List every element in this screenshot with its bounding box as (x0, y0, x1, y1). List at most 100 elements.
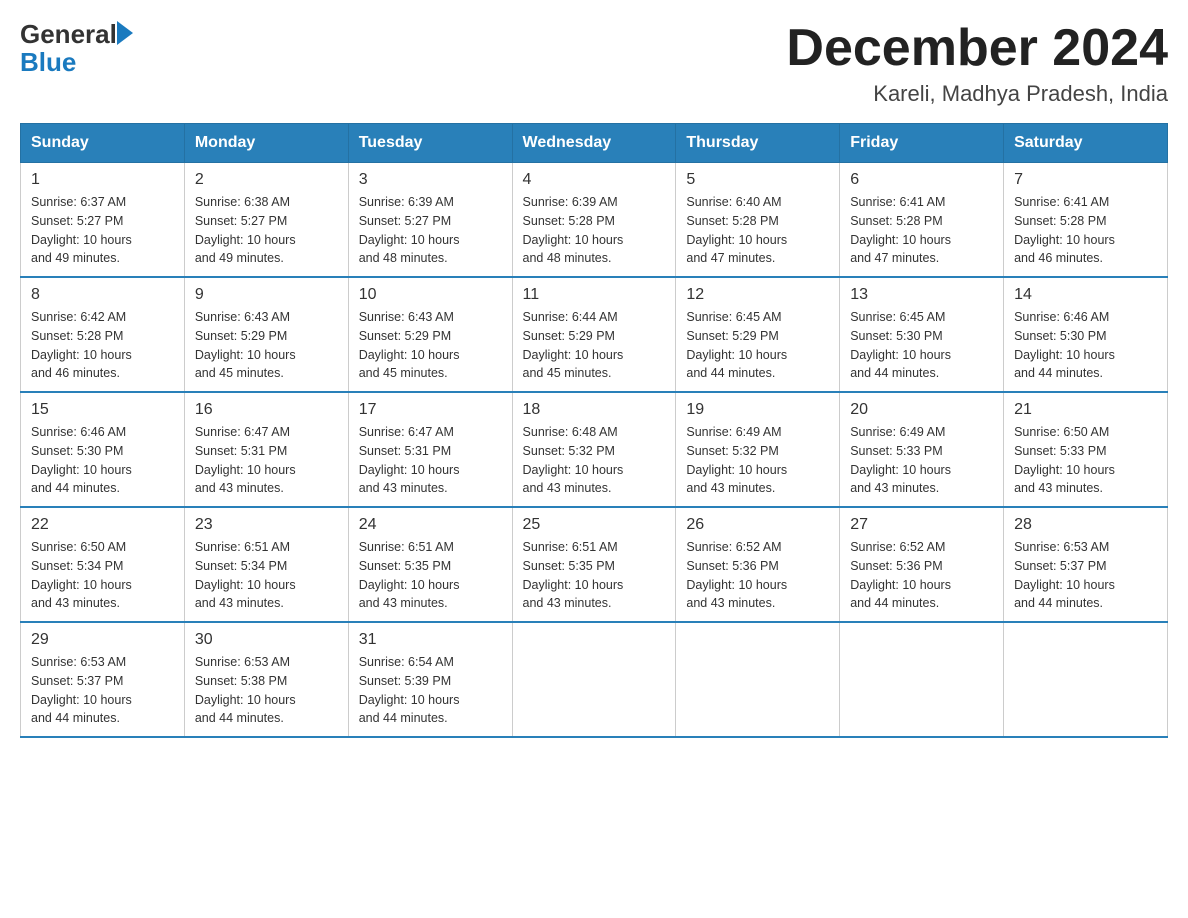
day-number: 26 (686, 516, 829, 534)
day-info: Sunrise: 6:53 AM Sunset: 5:37 PM Dayligh… (1014, 538, 1157, 613)
day-number: 10 (359, 286, 502, 304)
calendar-cell: 1 Sunrise: 6:37 AM Sunset: 5:27 PM Dayli… (21, 163, 185, 278)
day-info: Sunrise: 6:43 AM Sunset: 5:29 PM Dayligh… (195, 308, 338, 383)
day-info: Sunrise: 6:48 AM Sunset: 5:32 PM Dayligh… (523, 423, 666, 498)
day-info: Sunrise: 6:53 AM Sunset: 5:38 PM Dayligh… (195, 653, 338, 728)
calendar-cell: 23 Sunrise: 6:51 AM Sunset: 5:34 PM Dayl… (184, 507, 348, 622)
calendar-cell: 25 Sunrise: 6:51 AM Sunset: 5:35 PM Dayl… (512, 507, 676, 622)
day-number: 9 (195, 286, 338, 304)
day-info: Sunrise: 6:39 AM Sunset: 5:28 PM Dayligh… (523, 193, 666, 268)
calendar-cell: 11 Sunrise: 6:44 AM Sunset: 5:29 PM Dayl… (512, 277, 676, 392)
day-number: 15 (31, 401, 174, 419)
day-number: 3 (359, 171, 502, 189)
calendar-cell: 6 Sunrise: 6:41 AM Sunset: 5:28 PM Dayli… (840, 163, 1004, 278)
day-number: 13 (850, 286, 993, 304)
day-info: Sunrise: 6:51 AM Sunset: 5:35 PM Dayligh… (359, 538, 502, 613)
header-monday: Monday (184, 124, 348, 163)
day-number: 21 (1014, 401, 1157, 419)
calendar-cell (512, 622, 676, 737)
logo-words: General Blue (20, 20, 133, 75)
day-info: Sunrise: 6:45 AM Sunset: 5:30 PM Dayligh… (850, 308, 993, 383)
calendar-cell: 15 Sunrise: 6:46 AM Sunset: 5:30 PM Dayl… (21, 392, 185, 507)
day-number: 27 (850, 516, 993, 534)
day-info: Sunrise: 6:46 AM Sunset: 5:30 PM Dayligh… (31, 423, 174, 498)
day-info: Sunrise: 6:41 AM Sunset: 5:28 PM Dayligh… (850, 193, 993, 268)
calendar-cell: 22 Sunrise: 6:50 AM Sunset: 5:34 PM Dayl… (21, 507, 185, 622)
day-number: 22 (31, 516, 174, 534)
calendar-cell: 14 Sunrise: 6:46 AM Sunset: 5:30 PM Dayl… (1004, 277, 1168, 392)
day-info: Sunrise: 6:50 AM Sunset: 5:33 PM Dayligh… (1014, 423, 1157, 498)
day-info: Sunrise: 6:41 AM Sunset: 5:28 PM Dayligh… (1014, 193, 1157, 268)
day-number: 8 (31, 286, 174, 304)
calendar-cell (676, 622, 840, 737)
header-friday: Friday (840, 124, 1004, 163)
calendar-cell: 7 Sunrise: 6:41 AM Sunset: 5:28 PM Dayli… (1004, 163, 1168, 278)
calendar-week-row: 29 Sunrise: 6:53 AM Sunset: 5:37 PM Dayl… (21, 622, 1168, 737)
day-info: Sunrise: 6:52 AM Sunset: 5:36 PM Dayligh… (686, 538, 829, 613)
day-info: Sunrise: 6:46 AM Sunset: 5:30 PM Dayligh… (1014, 308, 1157, 383)
calendar-week-row: 8 Sunrise: 6:42 AM Sunset: 5:28 PM Dayli… (21, 277, 1168, 392)
calendar-cell: 13 Sunrise: 6:45 AM Sunset: 5:30 PM Dayl… (840, 277, 1004, 392)
header-sunday: Sunday (21, 124, 185, 163)
day-number: 24 (359, 516, 502, 534)
calendar-cell: 17 Sunrise: 6:47 AM Sunset: 5:31 PM Dayl… (348, 392, 512, 507)
calendar-cell: 30 Sunrise: 6:53 AM Sunset: 5:38 PM Dayl… (184, 622, 348, 737)
calendar-cell: 12 Sunrise: 6:45 AM Sunset: 5:29 PM Dayl… (676, 277, 840, 392)
calendar-cell: 10 Sunrise: 6:43 AM Sunset: 5:29 PM Dayl… (348, 277, 512, 392)
header-saturday: Saturday (1004, 124, 1168, 163)
day-info: Sunrise: 6:51 AM Sunset: 5:34 PM Dayligh… (195, 538, 338, 613)
calendar-week-row: 1 Sunrise: 6:37 AM Sunset: 5:27 PM Dayli… (21, 163, 1168, 278)
calendar-cell: 27 Sunrise: 6:52 AM Sunset: 5:36 PM Dayl… (840, 507, 1004, 622)
day-info: Sunrise: 6:40 AM Sunset: 5:28 PM Dayligh… (686, 193, 829, 268)
day-number: 25 (523, 516, 666, 534)
day-number: 30 (195, 631, 338, 649)
logo-arrow-icon (117, 21, 133, 45)
day-number: 14 (1014, 286, 1157, 304)
day-number: 6 (850, 171, 993, 189)
calendar-cell: 26 Sunrise: 6:52 AM Sunset: 5:36 PM Dayl… (676, 507, 840, 622)
day-number: 28 (1014, 516, 1157, 534)
calendar-header-row: Sunday Monday Tuesday Wednesday Thursday… (21, 124, 1168, 163)
day-info: Sunrise: 6:43 AM Sunset: 5:29 PM Dayligh… (359, 308, 502, 383)
day-number: 29 (31, 631, 174, 649)
day-info: Sunrise: 6:54 AM Sunset: 5:39 PM Dayligh… (359, 653, 502, 728)
calendar-cell: 28 Sunrise: 6:53 AM Sunset: 5:37 PM Dayl… (1004, 507, 1168, 622)
calendar-cell: 8 Sunrise: 6:42 AM Sunset: 5:28 PM Dayli… (21, 277, 185, 392)
day-info: Sunrise: 6:47 AM Sunset: 5:31 PM Dayligh… (195, 423, 338, 498)
calendar-cell: 5 Sunrise: 6:40 AM Sunset: 5:28 PM Dayli… (676, 163, 840, 278)
day-info: Sunrise: 6:47 AM Sunset: 5:31 PM Dayligh… (359, 423, 502, 498)
calendar-cell: 29 Sunrise: 6:53 AM Sunset: 5:37 PM Dayl… (21, 622, 185, 737)
calendar-cell: 31 Sunrise: 6:54 AM Sunset: 5:39 PM Dayl… (348, 622, 512, 737)
day-number: 12 (686, 286, 829, 304)
day-info: Sunrise: 6:38 AM Sunset: 5:27 PM Dayligh… (195, 193, 338, 268)
calendar-cell: 4 Sunrise: 6:39 AM Sunset: 5:28 PM Dayli… (512, 163, 676, 278)
day-number: 7 (1014, 171, 1157, 189)
calendar-cell: 9 Sunrise: 6:43 AM Sunset: 5:29 PM Dayli… (184, 277, 348, 392)
logo-blue-text: Blue (20, 49, 76, 75)
month-title: December 2024 (786, 20, 1168, 77)
logo: General Blue (20, 20, 133, 75)
day-info: Sunrise: 6:37 AM Sunset: 5:27 PM Dayligh… (31, 193, 174, 268)
day-info: Sunrise: 6:42 AM Sunset: 5:28 PM Dayligh… (31, 308, 174, 383)
day-number: 17 (359, 401, 502, 419)
calendar-week-row: 15 Sunrise: 6:46 AM Sunset: 5:30 PM Dayl… (21, 392, 1168, 507)
calendar-cell: 21 Sunrise: 6:50 AM Sunset: 5:33 PM Dayl… (1004, 392, 1168, 507)
day-number: 1 (31, 171, 174, 189)
calendar-table: Sunday Monday Tuesday Wednesday Thursday… (20, 123, 1168, 738)
day-number: 5 (686, 171, 829, 189)
calendar-cell: 18 Sunrise: 6:48 AM Sunset: 5:32 PM Dayl… (512, 392, 676, 507)
day-info: Sunrise: 6:53 AM Sunset: 5:37 PM Dayligh… (31, 653, 174, 728)
calendar-cell (840, 622, 1004, 737)
calendar-cell (1004, 622, 1168, 737)
day-info: Sunrise: 6:44 AM Sunset: 5:29 PM Dayligh… (523, 308, 666, 383)
day-number: 19 (686, 401, 829, 419)
day-info: Sunrise: 6:50 AM Sunset: 5:34 PM Dayligh… (31, 538, 174, 613)
title-block: December 2024 Kareli, Madhya Pradesh, In… (786, 20, 1168, 107)
day-number: 20 (850, 401, 993, 419)
calendar-cell: 20 Sunrise: 6:49 AM Sunset: 5:33 PM Dayl… (840, 392, 1004, 507)
header-tuesday: Tuesday (348, 124, 512, 163)
location-title: Kareli, Madhya Pradesh, India (786, 81, 1168, 107)
calendar-cell: 3 Sunrise: 6:39 AM Sunset: 5:27 PM Dayli… (348, 163, 512, 278)
day-number: 11 (523, 286, 666, 304)
page-header: General Blue December 2024 Kareli, Madhy… (20, 20, 1168, 107)
